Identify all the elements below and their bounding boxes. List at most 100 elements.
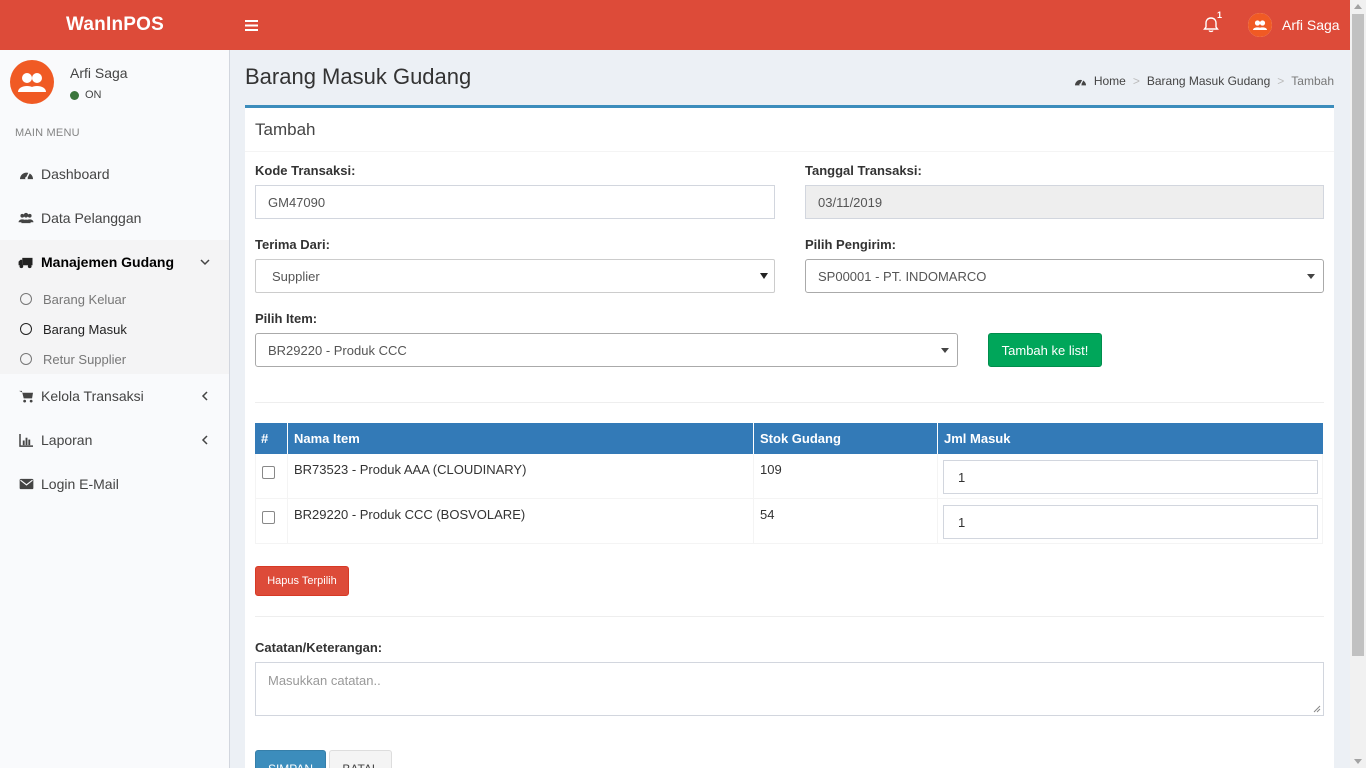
avatar bbox=[10, 60, 54, 104]
sidebar-item-login-email[interactable]: Login E-Mail bbox=[0, 462, 229, 506]
status-dot-icon bbox=[70, 90, 79, 100]
pilih-pengirim-select[interactable]: SP00001 - PT. INDOMARCO bbox=[805, 259, 1324, 293]
pilih-item-value: BR29220 - Produk CCC bbox=[268, 342, 407, 358]
row-checkbox-cell bbox=[256, 454, 288, 499]
pilih-item-label: Pilih Item: bbox=[255, 311, 318, 326]
breadcrumb-barang-masuk-link[interactable]: Barang Masuk Gudang bbox=[1147, 74, 1270, 88]
scrollbar-thumb[interactable] bbox=[1352, 14, 1364, 656]
sidebar-item-data-pelanggan[interactable]: Data Pelanggan bbox=[0, 196, 229, 240]
breadcrumb-separator: > bbox=[1132, 74, 1140, 88]
menu-header: MAIN MENU bbox=[15, 127, 80, 139]
row-checkbox[interactable] bbox=[262, 466, 275, 479]
tanggal-transaksi-label: Tanggal Transaksi: bbox=[805, 163, 922, 178]
status-text: ON bbox=[85, 89, 102, 101]
sidebar-item-label: Manajemen Gudang bbox=[41, 254, 175, 270]
column-header-stok-gudang: Stok Gudang bbox=[754, 423, 938, 454]
sidebar-user-name: Arfi Saga bbox=[70, 65, 128, 81]
table-row: BR73523 - Produk AAA (CLOUDINARY) 109 1 bbox=[255, 454, 1323, 499]
sidebar-item-label: Data Pelanggan bbox=[41, 210, 142, 226]
stock-cell: 54 bbox=[754, 499, 938, 544]
tambah-ke-list-button[interactable]: Tambah ke list! bbox=[988, 333, 1102, 367]
avatar bbox=[1248, 13, 1272, 37]
catatan-placeholder: Masukkan catatan.. bbox=[268, 673, 381, 688]
hamburger-icon bbox=[244, 19, 258, 31]
pilih-pengirim-label: Pilih Pengirim: bbox=[805, 237, 897, 252]
batal-button[interactable]: BATAL bbox=[329, 750, 392, 768]
sidebar-item-kelola-transaksi[interactable]: Kelola Transaksi bbox=[0, 374, 229, 418]
catatan-label: Catatan/Keterangan: bbox=[255, 640, 383, 655]
table-row: BR29220 - Produk CCC (BOSVOLARE) 54 1 bbox=[255, 499, 1323, 544]
top-navbar: WanInPOS 1 Arfi Saga bbox=[0, 0, 1350, 50]
notification-badge: 1 bbox=[1217, 10, 1223, 20]
dropdown-arrow-icon bbox=[1307, 274, 1315, 279]
box-title: Tambah bbox=[255, 120, 316, 139]
sidebar-item-label: Laporan bbox=[41, 432, 93, 448]
simpan-button[interactable]: SIMPAN bbox=[255, 750, 326, 768]
terima-dari-label: Terima Dari: bbox=[255, 237, 330, 252]
user-name: Arfi Saga bbox=[1282, 17, 1340, 33]
sidebar-item-manajemen-gudang[interactable]: Manajemen Gudang bbox=[0, 240, 229, 284]
column-header-nama-item: Nama Item bbox=[288, 423, 754, 454]
chevron-down-icon bbox=[200, 259, 210, 266]
notifications-button[interactable]: 1 bbox=[1200, 10, 1222, 36]
chevron-left-icon bbox=[201, 391, 208, 401]
user-group-icon bbox=[18, 73, 46, 92]
user-panel: Arfi Saga ON bbox=[10, 60, 220, 105]
divider bbox=[255, 402, 1324, 403]
resize-handle-icon[interactable] bbox=[1313, 705, 1321, 713]
breadcrumb-separator: > bbox=[1277, 74, 1285, 88]
breadcrumb: Home > Barang Masuk Gudang > Tambah bbox=[1074, 74, 1334, 88]
dropdown-arrow-icon bbox=[760, 273, 768, 279]
box-header: Tambah bbox=[245, 108, 1334, 152]
scroll-down-icon[interactable] bbox=[1354, 759, 1362, 764]
qty-input[interactable]: 1 bbox=[943, 505, 1318, 539]
subitem-label: Retur Supplier bbox=[43, 351, 127, 367]
tanggal-transaksi-input: 03/11/2019 bbox=[805, 185, 1324, 219]
sidebar-subitem-barang-keluar[interactable]: Barang Keluar bbox=[20, 289, 126, 309]
envelope-icon bbox=[18, 477, 34, 491]
qty-input[interactable]: 1 bbox=[943, 460, 1318, 494]
divider bbox=[255, 616, 1324, 617]
table-header: # Nama Item Stok Gudang Jml Masuk bbox=[255, 423, 1323, 454]
qty-cell: 1 bbox=[938, 499, 1323, 544]
breadcrumb-home-link[interactable]: Home bbox=[1094, 74, 1126, 88]
sidebar-subitem-barang-masuk[interactable]: Barang Masuk bbox=[20, 319, 127, 339]
circle-icon bbox=[20, 323, 32, 335]
stock-cell: 109 bbox=[754, 454, 938, 499]
user-group-icon bbox=[1248, 13, 1272, 37]
brand-logo[interactable]: WanInPOS bbox=[0, 0, 230, 50]
sidebar-subitem-retur-supplier[interactable]: Retur Supplier bbox=[20, 349, 126, 369]
scroll-up-icon[interactable] bbox=[1354, 4, 1362, 9]
sidebar-item-dashboard[interactable]: Dashboard bbox=[0, 152, 229, 196]
item-name-cell: BR73523 - Produk AAA (CLOUDINARY) bbox=[288, 454, 754, 499]
user-menu[interactable]: Arfi Saga bbox=[1248, 13, 1340, 37]
page-scrollbar[interactable] bbox=[1350, 0, 1366, 768]
column-header-jml-masuk: Jml Masuk bbox=[944, 431, 1011, 446]
subitem-label: Barang Keluar bbox=[43, 291, 127, 307]
terima-dari-select[interactable]: Supplier bbox=[255, 259, 775, 293]
dropdown-arrow-icon bbox=[941, 348, 949, 353]
pilih-item-select[interactable]: BR29220 - Produk CCC bbox=[255, 333, 958, 367]
sidebar-item-label: Login E-Mail bbox=[41, 476, 119, 492]
circle-icon bbox=[20, 293, 32, 305]
users-icon bbox=[18, 211, 34, 225]
dashboard-icon bbox=[18, 167, 34, 181]
page-title: Barang Masuk Gudang bbox=[245, 64, 472, 89]
kode-transaksi-input[interactable]: GM47090 bbox=[255, 185, 775, 219]
row-checkbox-cell bbox=[256, 499, 288, 544]
truck-icon bbox=[18, 255, 34, 269]
sidebar-item-label: Dashboard bbox=[41, 166, 110, 182]
sidebar-item-label: Kelola Transaksi bbox=[41, 388, 144, 404]
sidebar: Arfi Saga ON MAIN MENU Dashboard Data Pe… bbox=[0, 50, 230, 768]
row-checkbox[interactable] bbox=[262, 511, 275, 524]
items-table: # Nama Item Stok Gudang Jml Masuk BR7352… bbox=[255, 423, 1323, 544]
terima-dari-value: Supplier bbox=[272, 268, 320, 284]
sidebar-item-laporan[interactable]: Laporan bbox=[0, 418, 229, 462]
hapus-terpilih-button[interactable]: Hapus Terpilih bbox=[255, 566, 349, 596]
sidebar-toggle-button[interactable] bbox=[238, 12, 264, 38]
breadcrumb-current: Tambah bbox=[1291, 74, 1334, 88]
kode-transaksi-label: Kode Transaksi: bbox=[255, 163, 356, 178]
qty-cell: 1 bbox=[938, 454, 1323, 499]
item-name-cell: BR29220 - Produk CCC (BOSVOLARE) bbox=[288, 499, 754, 544]
catatan-textarea[interactable]: Masukkan catatan.. bbox=[255, 662, 1324, 716]
